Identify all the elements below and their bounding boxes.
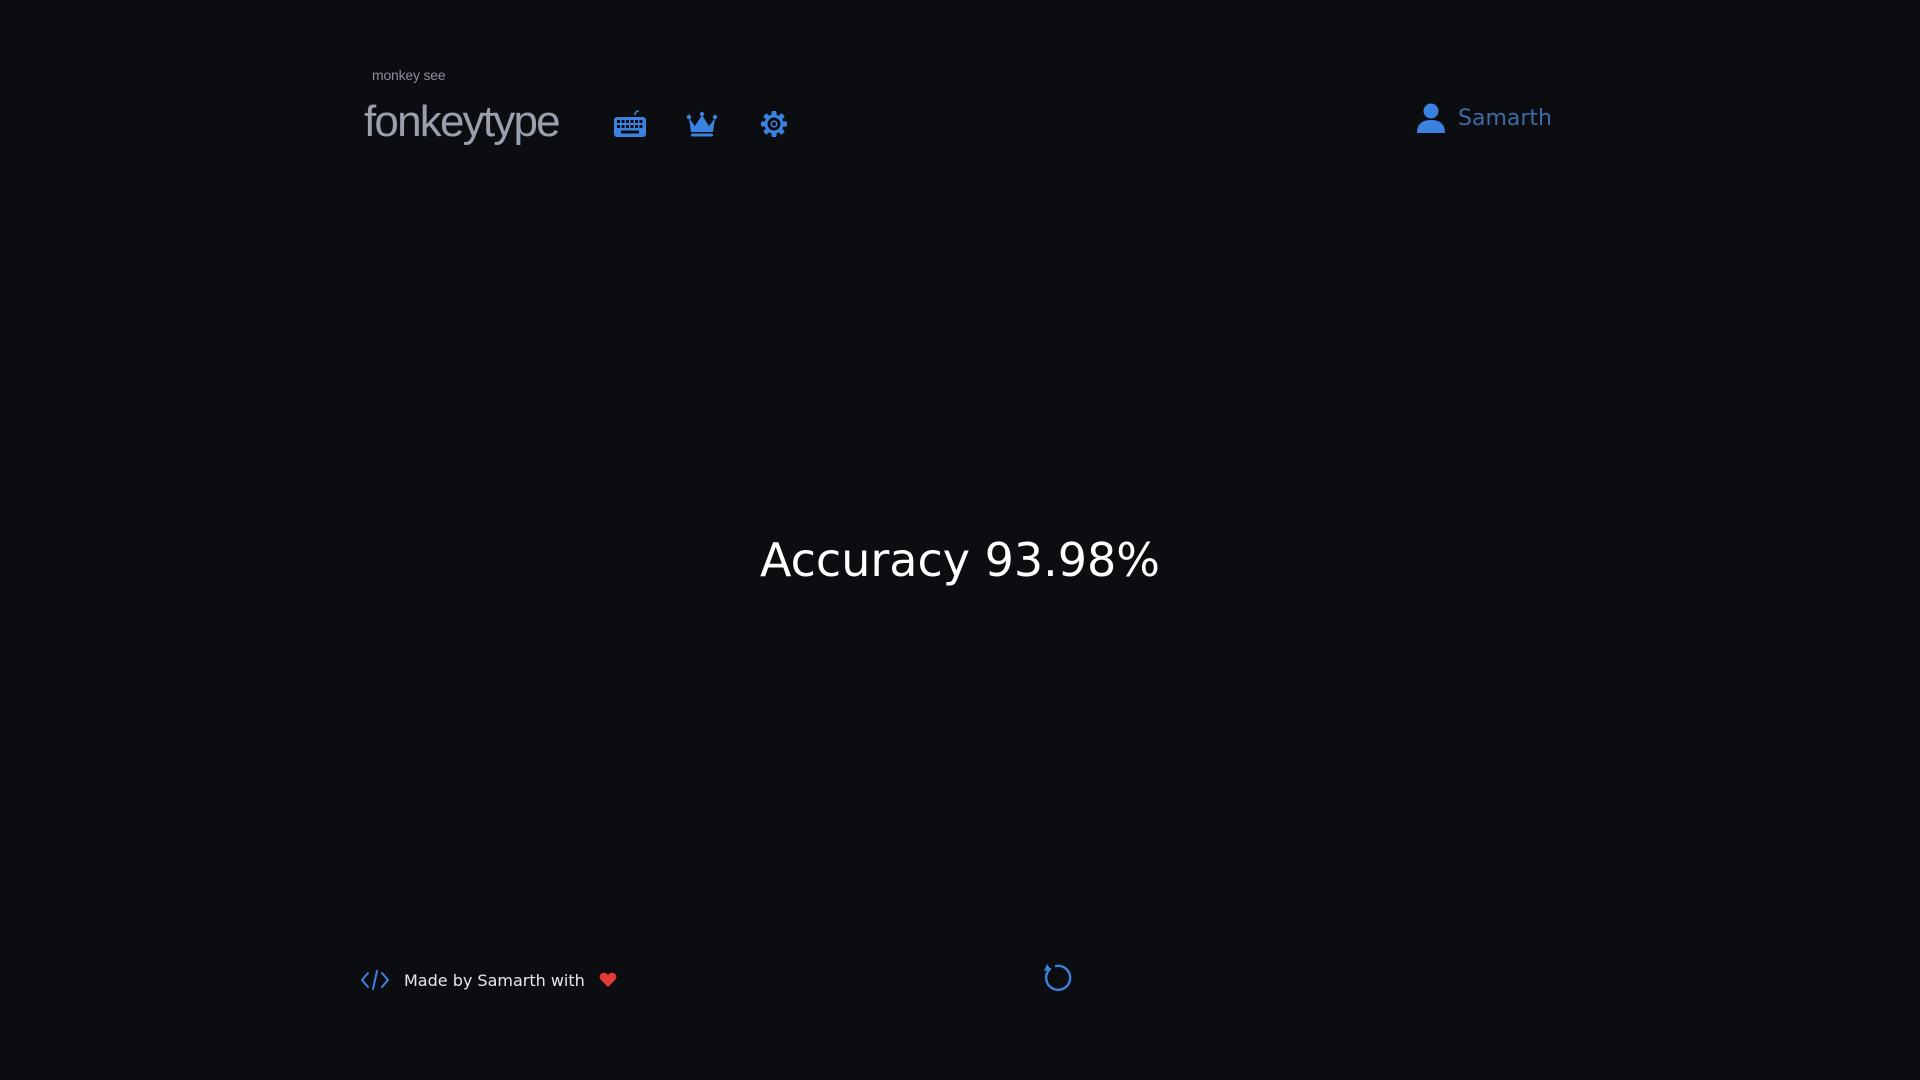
heart-icon	[599, 972, 617, 987]
user-profile-link[interactable]: Samarth	[1416, 98, 1552, 138]
gear-icon[interactable]	[756, 106, 792, 142]
user-name: Samarth	[1458, 105, 1552, 131]
tagline: monkey see	[372, 67, 446, 83]
keyboard-icon[interactable]	[612, 106, 648, 142]
accuracy-result: Accuracy 93.98%	[759, 533, 1161, 587]
user-icon	[1417, 103, 1445, 133]
logo[interactable]: fonkeytype	[364, 92, 561, 152]
code-icon[interactable]	[360, 968, 390, 992]
restart-icon[interactable]	[1038, 960, 1074, 996]
footer-credit: Made by Samarth with	[360, 964, 617, 996]
crown-icon[interactable]	[684, 106, 720, 142]
page: monkey see fonkeytype Samarth Accuracy 9…	[0, 0, 1920, 1080]
credit-text: Made by Samarth with	[404, 970, 585, 990]
